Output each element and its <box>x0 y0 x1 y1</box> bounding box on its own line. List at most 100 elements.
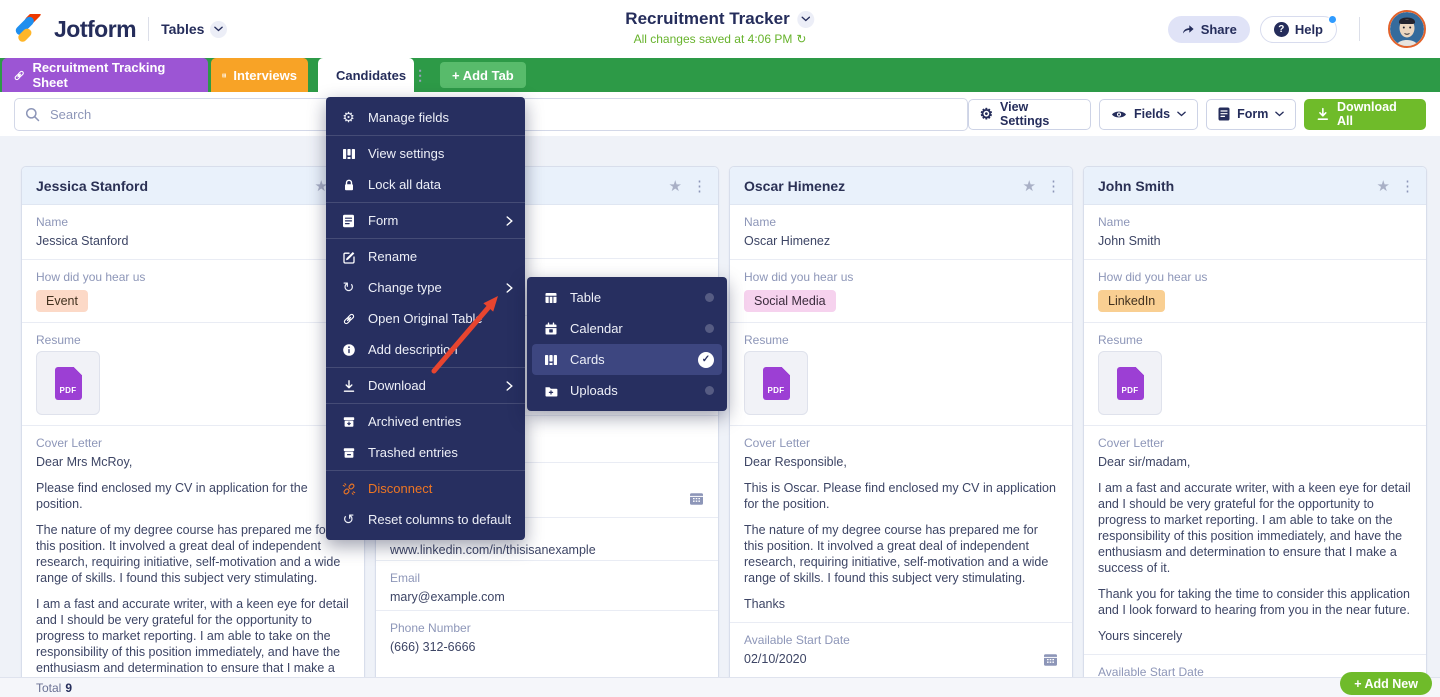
header-actions: Share ? Help <box>1167 10 1426 48</box>
submenu-item-table[interactable]: Table <box>532 282 722 313</box>
menu-item-rename[interactable]: Rename <box>326 241 525 272</box>
menu-item-label: Reset columns to default <box>368 512 512 527</box>
field-how-did-you-hear: How did you hear us LinkedIn <box>1084 260 1426 323</box>
view-settings-label: View Settings <box>1000 100 1050 128</box>
help-button[interactable]: ? Help <box>1259 14 1337 43</box>
menu-item-form[interactable]: Form <box>326 205 525 236</box>
menu-item-archived-entries[interactable]: Archived entries <box>326 406 525 437</box>
pdf-icon: PDF <box>54 366 82 400</box>
download-all-button[interactable]: Download All <box>1304 98 1426 130</box>
candidate-card-oscar-himenez: Oscar Himenez ★ ⋮ Name Oscar Himenez How… <box>729 166 1073 677</box>
menu-item-label: Disconnect <box>368 481 433 496</box>
star-icon[interactable]: ★ <box>669 177 682 195</box>
chevron-right-icon <box>506 282 513 293</box>
tab-label: Candidates <box>336 67 407 83</box>
share-button[interactable]: Share <box>1167 15 1250 43</box>
hear-badge: LinkedIn <box>1098 290 1166 312</box>
hear-badge: Social Media <box>744 290 836 312</box>
status-bar: Total 9 <box>0 677 1440 697</box>
view-settings-button[interactable]: ⚙ View Settings <box>967 98 1091 130</box>
menu-item-view-settings[interactable]: View settings <box>326 138 525 169</box>
menu-divider <box>326 135 525 136</box>
user-avatar[interactable] <box>1388 10 1426 48</box>
form-button[interactable]: Form <box>1206 98 1297 130</box>
field-resume: Resume PDF <box>22 323 364 426</box>
field-label: Cover Letter <box>1098 436 1165 450</box>
menu-item-label: Open Original Table <box>368 311 483 326</box>
add-tab-button[interactable]: + Add Tab <box>440 62 526 88</box>
card-header[interactable]: Jessica Stanford ★ ⋮ <box>22 167 364 205</box>
menu-item-trashed-entries[interactable]: Trashed entries <box>326 437 525 468</box>
card-kebab-icon[interactable]: ⋮ <box>1046 177 1061 195</box>
card-header[interactable]: Oscar Himenez ★ ⋮ <box>730 167 1072 205</box>
link-icon <box>14 70 24 80</box>
tab-candidates[interactable]: Candidates ⋮ <box>318 58 427 92</box>
submenu-item-label: Table <box>570 290 602 305</box>
field-resume: Resume PDF <box>730 323 1072 426</box>
menu-item-lock-all-data[interactable]: Lock all data <box>326 169 525 200</box>
resume-file[interactable]: PDF <box>1098 351 1162 415</box>
star-icon[interactable]: ★ <box>1377 177 1390 195</box>
field-label: Name <box>744 215 777 229</box>
field-value: John Smith <box>1098 234 1161 248</box>
add-tab-label: + Add Tab <box>452 67 514 83</box>
pdf-icon: PDF <box>1116 366 1144 400</box>
menu-item-add-description[interactable]: Add description <box>326 334 525 365</box>
card-kebab-icon[interactable]: ⋮ <box>1400 177 1415 195</box>
menu-item-label: Form <box>368 213 399 228</box>
add-new-button[interactable]: + Add New <box>1340 672 1432 695</box>
total-count: 9 <box>65 680 73 695</box>
field-label: How did you hear us <box>1098 270 1208 284</box>
tab-kebab-menu-icon[interactable]: ⋮ <box>413 68 427 82</box>
field-cover-letter: Cover Letter Dear sir/madam, I am a fast … <box>1084 426 1426 655</box>
submenu-item-calendar[interactable]: Calendar <box>532 313 722 344</box>
product-switcher[interactable]: Tables <box>161 20 228 38</box>
lock-icon <box>340 178 357 192</box>
view-settings-icon <box>340 147 357 161</box>
title-chevron-icon[interactable] <box>797 10 815 28</box>
menu-item-change-type[interactable]: ↻ Change type <box>326 272 525 303</box>
top-header: Jotform Tables Recruitment Tracker All c… <box>0 0 1440 58</box>
submenu-item-label: Uploads <box>570 383 618 398</box>
jotform-logo[interactable]: Jotform <box>14 14 137 44</box>
archive-icon <box>340 415 357 429</box>
card-kebab-icon[interactable]: ⋮ <box>692 177 707 195</box>
fields-button[interactable]: Fields <box>1098 98 1199 130</box>
menu-divider <box>326 238 525 239</box>
save-status-text: All changes saved at 4:06 PM <box>633 32 793 46</box>
menu-item-reset-columns[interactable]: ↺ Reset columns to default <box>326 504 525 535</box>
menu-item-open-original-table[interactable]: Open Original Table <box>326 303 525 334</box>
card-header[interactable]: John Smith ★ ⋮ <box>1084 167 1426 205</box>
menu-item-disconnect[interactable]: Disconnect <box>326 473 525 504</box>
tab-context-menu: ⚙ Manage fields View settings Lock all d… <box>326 97 525 540</box>
chevron-right-icon <box>506 380 513 391</box>
tab-recruitment-tracking-sheet[interactable]: Recruitment Tracking Sheet <box>2 58 208 92</box>
submenu-item-cards[interactable]: Cards ✓ <box>532 344 722 375</box>
resume-file[interactable]: PDF <box>36 351 100 415</box>
question-icon: ? <box>1273 21 1289 37</box>
submenu-item-uploads[interactable]: Uploads <box>532 375 722 406</box>
field-value: Oscar Himenez <box>744 234 831 248</box>
field-label: Phone Number <box>390 621 471 635</box>
unselected-dot <box>705 386 714 395</box>
field-how-did-you-hear: How did you hear us Social Media <box>730 260 1072 323</box>
resume-file[interactable]: PDF <box>744 351 808 415</box>
document-title-block: Recruitment Tracker All changes saved at… <box>625 9 815 46</box>
menu-item-label: Archived entries <box>368 414 462 429</box>
menu-item-manage-fields[interactable]: ⚙ Manage fields <box>326 102 525 133</box>
chevron-down-icon <box>210 20 228 38</box>
change-type-icon: ↻ <box>342 279 355 295</box>
menu-item-label: Lock all data <box>368 177 441 192</box>
chevron-right-icon <box>506 215 513 226</box>
notification-dot <box>1328 14 1337 24</box>
candidate-card-jessica-stanford: Jessica Stanford ★ ⋮ Name Jessica Stanfo… <box>21 166 365 677</box>
star-icon[interactable]: ★ <box>1023 177 1036 195</box>
field-label: Resume <box>744 333 789 347</box>
info-icon <box>340 343 357 357</box>
hear-badge: Event <box>36 290 88 312</box>
calendar-icon <box>690 493 703 505</box>
menu-item-download[interactable]: Download <box>326 370 525 401</box>
reset-icon: ↺ <box>342 511 355 527</box>
field-name: Name Jessica Stanford <box>22 205 364 260</box>
tab-interviews[interactable]: Interviews <box>211 58 308 92</box>
